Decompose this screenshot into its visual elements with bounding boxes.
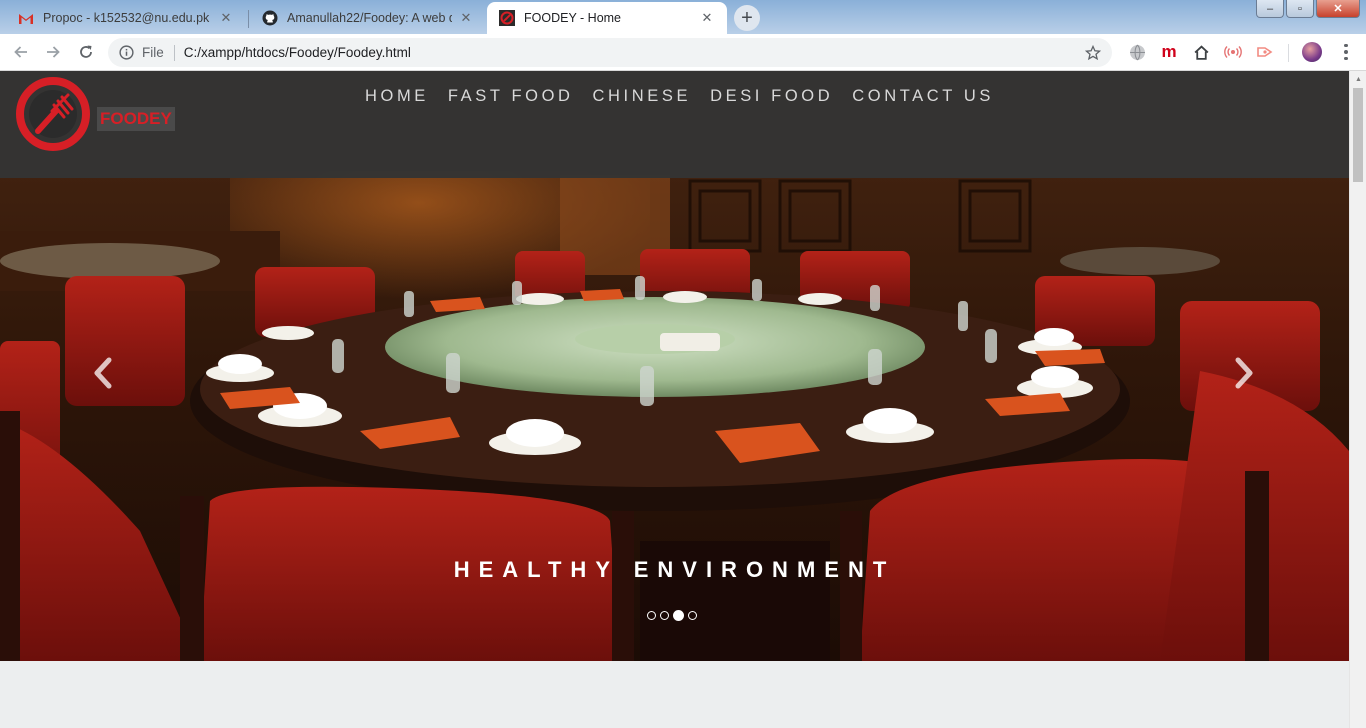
browser-tab-github[interactable]: Amanullah22/Foodey: A web dev ✕: [250, 2, 486, 34]
site-header: FOODEY HOME FAST FOOD CHINESE DESI FOOD …: [0, 71, 1349, 178]
reload-icon[interactable]: [74, 40, 98, 64]
url-text[interactable]: C:/xampp/htdocs/Foodey/Foodey.html: [184, 45, 1084, 60]
carousel-caption: HEALTHY ENVIRONMENT: [453, 557, 896, 582]
scroll-thumb[interactable]: [1353, 88, 1363, 182]
scroll-up-icon[interactable]: ▲: [1350, 71, 1366, 88]
browser-tab-gmail[interactable]: Propoc - k152532@nu.edu.pk - M ✕: [6, 2, 246, 34]
browser-toolbar: File C:/xampp/htdocs/Foodey/Foodey.html …: [0, 34, 1366, 71]
page-scrollbar[interactable]: ▲: [1349, 71, 1366, 728]
foodey-icon: [499, 10, 515, 26]
carousel-prev-icon[interactable]: [88, 353, 118, 393]
nav-home[interactable]: HOME: [365, 85, 429, 107]
new-tab-button[interactable]: +: [734, 5, 760, 31]
window-controls: – ▫ ✕: [1254, 0, 1360, 18]
back-icon[interactable]: [9, 40, 33, 64]
divider: [173, 44, 175, 61]
main-nav: HOME FAST FOOD CHINESE DESI FOOD CONTACT…: [365, 85, 1013, 107]
page-content-area: [0, 661, 1349, 728]
hero-carousel: FOODEY HOME FAST FOOD CHINESE DESI FOOD …: [0, 71, 1349, 661]
carousel-indicators: [647, 610, 697, 621]
foodey-logo[interactable]: FOODEY: [16, 77, 175, 157]
url-scheme-label: File: [142, 45, 164, 60]
nav-contact-us[interactable]: CONTACT US: [852, 85, 994, 107]
home-icon[interactable]: [1192, 43, 1210, 61]
globe-extension-icon[interactable]: [1128, 43, 1146, 61]
browser-tab-title: Amanullah22/Foodey: A web dev: [287, 11, 452, 25]
toolbar-divider: [1288, 44, 1289, 62]
carousel-indicator[interactable]: [647, 611, 656, 620]
forward-icon[interactable]: [41, 40, 65, 64]
window-close-icon[interactable]: ✕: [1316, 0, 1360, 18]
maximize-icon[interactable]: ▫: [1286, 0, 1314, 18]
carousel-indicator[interactable]: [688, 611, 697, 620]
browser-tab-foodey[interactable]: FOODEY - Home ✕: [487, 2, 727, 34]
nav-fast-food[interactable]: FAST FOOD: [448, 85, 574, 107]
address-bar[interactable]: File C:/xampp/htdocs/Foodey/Foodey.html: [108, 38, 1112, 67]
profile-avatar[interactable]: [1302, 42, 1322, 62]
close-tab-icon[interactable]: ✕: [458, 10, 474, 26]
browser-tab-title: Propoc - k152532@nu.edu.pk - M: [43, 11, 212, 25]
page-viewport: FOODEY HOME FAST FOOD CHINESE DESI FOOD …: [0, 71, 1349, 728]
info-icon[interactable]: [118, 45, 134, 61]
carousel-indicator[interactable]: [660, 611, 669, 620]
close-tab-icon[interactable]: ✕: [218, 10, 234, 26]
carousel-indicator-active[interactable]: [673, 610, 684, 621]
logo-text: FOODEY: [97, 107, 175, 131]
bookmark-star-icon[interactable]: [1084, 44, 1102, 62]
close-tab-icon[interactable]: ✕: [699, 10, 715, 26]
broadcast-extension-icon[interactable]: [1224, 43, 1242, 61]
mendeley-m-icon[interactable]: m: [1160, 43, 1178, 61]
nav-chinese[interactable]: CHINESE: [593, 85, 692, 107]
tab-separator: [248, 10, 249, 28]
nav-desi-food[interactable]: DESI FOOD: [710, 85, 833, 107]
more-menu-icon[interactable]: [1336, 42, 1356, 62]
gmail-icon: [18, 10, 34, 26]
fork-plate-icon: [16, 77, 90, 151]
browser-titlebar: Propoc - k152532@nu.edu.pk - M ✕ Amanull…: [0, 0, 1366, 34]
cast-extension-icon[interactable]: [1256, 43, 1274, 61]
carousel-next-icon[interactable]: [1229, 353, 1259, 393]
browser-tab-title: FOODEY - Home: [524, 11, 622, 25]
minimize-icon[interactable]: –: [1256, 0, 1284, 18]
github-icon: [262, 10, 278, 26]
